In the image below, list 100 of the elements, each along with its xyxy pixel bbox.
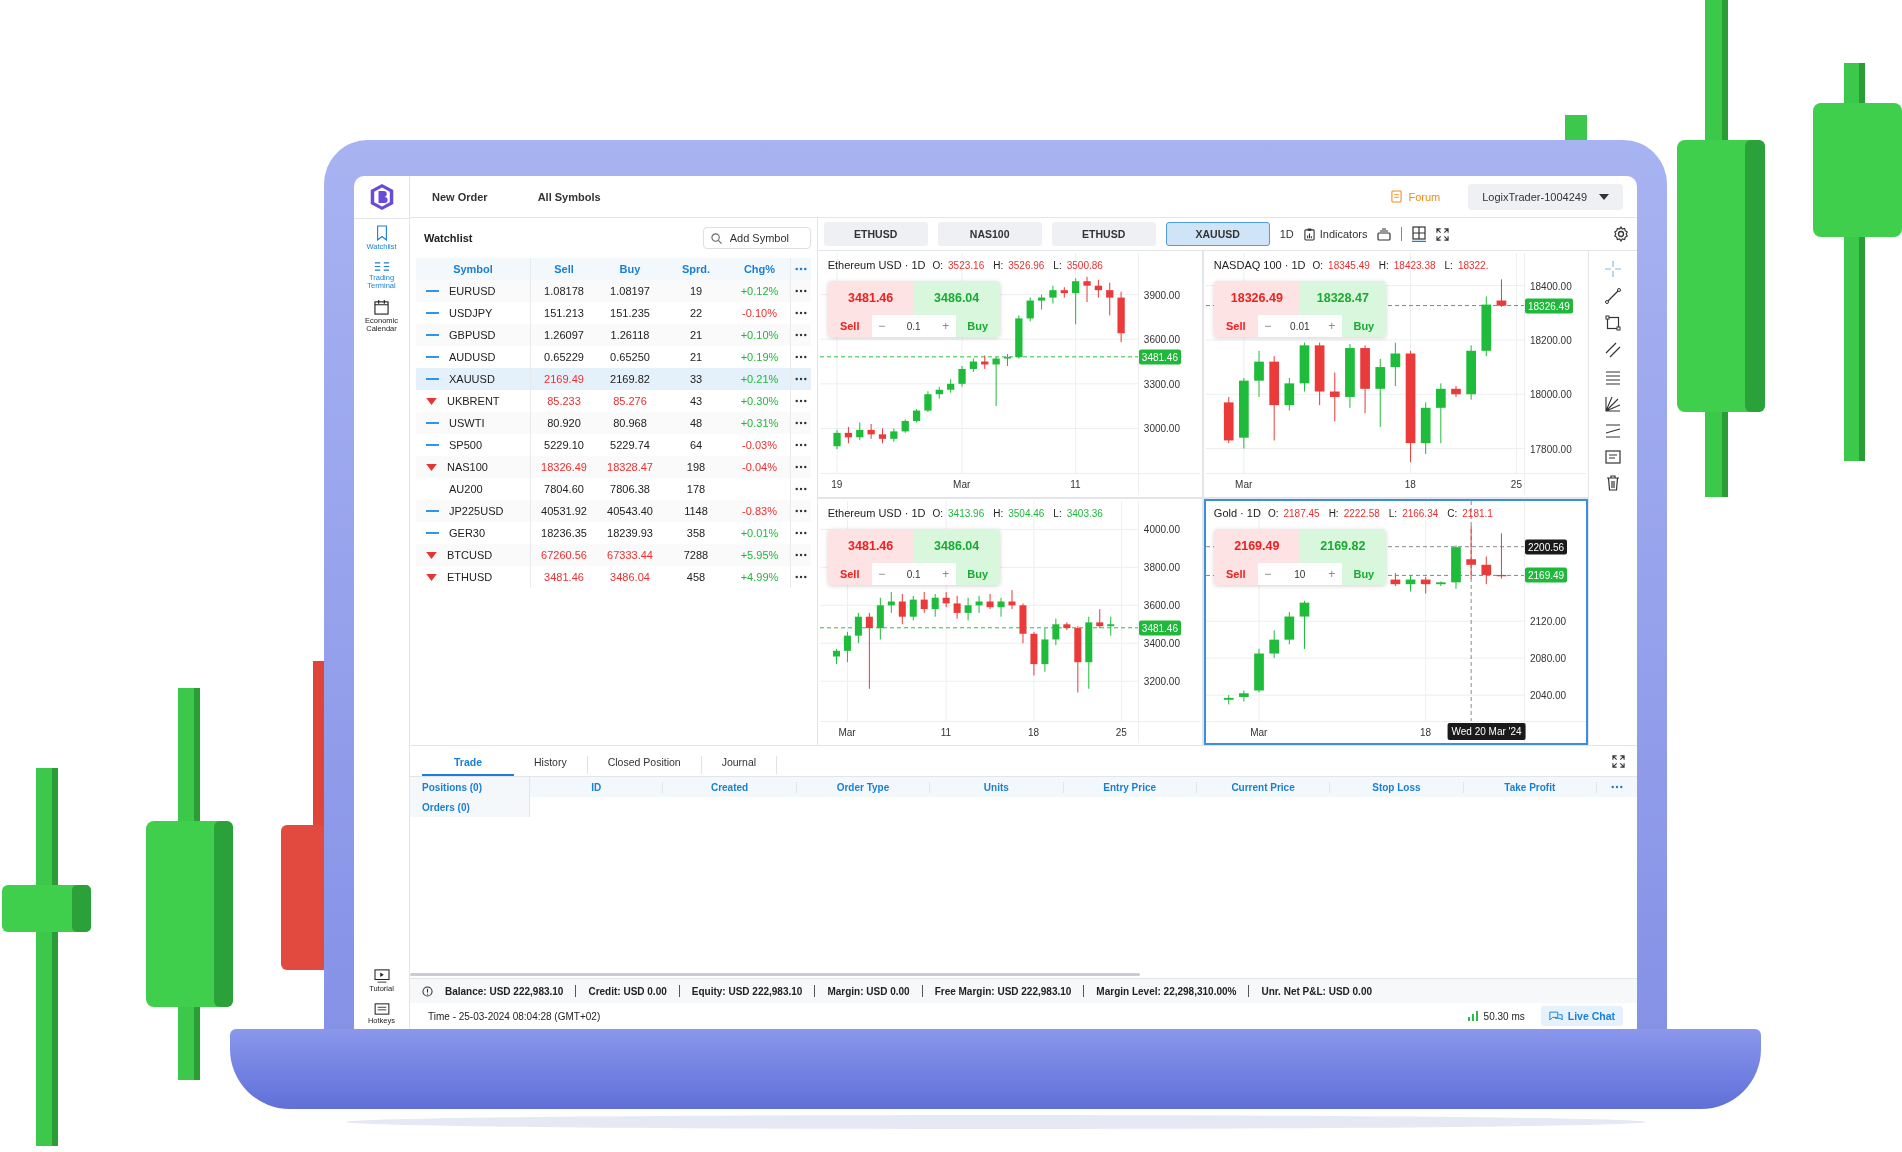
fullscreen-icon[interactable] [1436, 227, 1450, 241]
account-dropdown[interactable]: LogixTrader-1004249 [1468, 183, 1623, 210]
more-icon[interactable] [794, 289, 807, 293]
watchlist-row[interactable]: EURUSD 1.08178 1.08197 19 +0.12% [416, 280, 811, 302]
column-header[interactable]: Take Profit [1463, 781, 1597, 793]
fan-icon[interactable] [1605, 396, 1621, 412]
watchlist-row[interactable]: NAS100 18326.49 18328.47 198 -0.04% [416, 456, 811, 478]
scrollbar[interactable] [410, 973, 1140, 976]
buy-button[interactable]: Buy [1341, 315, 1386, 337]
more-icon[interactable] [794, 333, 807, 337]
column-header[interactable]: Sell [531, 263, 597, 275]
watchlist-row[interactable]: JP225USD 40531.92 40543.40 1148 -0.83% [416, 500, 811, 522]
column-header[interactable]: Entry Price [1063, 781, 1197, 793]
column-header[interactable]: Stop Loss [1330, 781, 1464, 793]
channel-icon[interactable] [1605, 423, 1621, 439]
watchlist-row[interactable]: GBPUSD 1.26097 1.26118 21 +0.10% [416, 324, 811, 346]
candle [1063, 621, 1071, 631]
column-header[interactable]: Created [663, 781, 797, 793]
chart-panel[interactable]: Gold · 1D O: 2187.45 H: 2222.58 L: 2166.34 C: 2181.1 2169.49 2169.82 Sell − 10 + Buy 2120.00 2080.00 2040.00 2200.56 2169.49 Mar 18 Wed 20 Mar '24 [1203, 499, 1588, 745]
buy-button[interactable]: Buy [955, 315, 1000, 337]
buy-price-button[interactable]: 3486.04 [913, 529, 1000, 563]
horizontal-lines-icon[interactable] [1605, 369, 1621, 385]
chart-tab[interactable]: ETHUSD [823, 222, 928, 246]
minus-button[interactable]: − [871, 567, 892, 581]
watchlist-row[interactable]: ETHUSD 3481.46 3486.04 458 +4.99% [416, 566, 811, 588]
panel-tab[interactable]: History [514, 756, 588, 774]
chart-tab[interactable]: XAUUSD [1165, 222, 1270, 246]
buy-button[interactable]: Buy [955, 563, 1000, 585]
minus-button[interactable]: − [1257, 319, 1278, 333]
chart-tab[interactable]: NAS100 [937, 222, 1042, 246]
sell-button[interactable]: Sell [827, 563, 872, 585]
parallel-lines-icon[interactable] [1605, 342, 1621, 358]
sell-button[interactable]: Sell [827, 315, 872, 337]
minus-button[interactable]: − [1257, 567, 1278, 581]
more-icon[interactable] [794, 355, 807, 359]
more-icon[interactable] [794, 311, 807, 315]
watchlist-row[interactable]: USWTI 80.920 80.968 48 +0.31% [416, 412, 811, 434]
more-icon[interactable] [794, 487, 807, 491]
layers-icon[interactable] [1377, 227, 1392, 241]
column-header[interactable]: ID [530, 781, 664, 793]
menu-item[interactable]: All Symbols [537, 190, 601, 203]
column-header[interactable]: Sprd. [663, 263, 729, 275]
interval-button[interactable]: 1D [1279, 228, 1294, 240]
watchlist-row[interactable]: BTCUSD 67260.56 67333.44 7288 +5.95% [416, 544, 811, 566]
panel-tab[interactable]: Closed Position [587, 756, 702, 774]
plus-button[interactable]: + [935, 567, 956, 581]
panel-tab[interactable]: Trade [422, 756, 514, 776]
live-chat-button[interactable]: Live Chat [1540, 1006, 1623, 1026]
buy-price-button[interactable]: 2169.82 [1299, 529, 1386, 563]
sell-price-button[interactable]: 3481.46 [827, 281, 914, 315]
quantity-field[interactable]: 0.1 [891, 568, 936, 580]
sell-price-button[interactable]: 18326.49 [1213, 281, 1300, 315]
buy-price-button[interactable]: 18328.47 [1299, 281, 1386, 315]
more-icon[interactable] [794, 465, 807, 469]
chart-panel[interactable]: Ethereum USD · 1D O: 3413.96 H: 3504.46 L: 3403.36 3481.46 3486.04 Sell − 0.1 + Buy 4000.00 3800.00 3600.00 3400.00 3200.00 3481.46 Mar 11 18 25 [817, 499, 1202, 745]
column-header[interactable]: Buy [597, 263, 663, 275]
column-header[interactable]: Order Type [796, 781, 931, 793]
sell-button[interactable]: Sell [1213, 315, 1258, 337]
plus-button[interactable]: + [1321, 319, 1342, 333]
more-icon[interactable] [794, 509, 807, 513]
quantity-field[interactable]: 0.01 [1277, 320, 1322, 332]
quantity-field[interactable]: 0.1 [891, 320, 936, 332]
more-icon[interactable] [794, 531, 807, 535]
chart-panel[interactable]: Ethereum USD · 1D O: 3523.16 H: 3526.96 L: 3500.86 3481.46 3486.04 Sell − 0.1 + Buy 3900.00 3600.00 3300.00 3000.00 3481.46 19 Mar 11 [817, 251, 1202, 497]
forum-link[interactable]: Forum [1391, 190, 1441, 203]
minus-button[interactable]: − [871, 319, 892, 333]
position-filter[interactable]: Orders (0) [410, 797, 530, 817]
indicators-button[interactable]: Indicators [1303, 227, 1368, 241]
plus-button[interactable]: + [1321, 567, 1342, 581]
sell-button[interactable]: Sell [1213, 563, 1258, 585]
logo-icon[interactable] [368, 183, 395, 211]
quantity-field[interactable]: 10 [1277, 568, 1322, 580]
menu-item[interactable]: New Order [432, 190, 488, 203]
sell-price-button[interactable]: 3481.46 [827, 529, 914, 563]
trend-line-icon[interactable] [1605, 288, 1621, 304]
buy-price-button[interactable]: 3486.04 [913, 281, 1000, 315]
notes-icon[interactable] [1605, 450, 1621, 464]
buy-button[interactable]: Buy [1341, 563, 1386, 585]
more-icon[interactable] [794, 443, 807, 447]
more-icon[interactable] [794, 575, 807, 579]
sell-price-button[interactable]: 2169.49 [1213, 529, 1300, 563]
watchlist-row[interactable]: XAUUSD 2169.49 2169.82 33 +0.21% [416, 368, 811, 390]
position-filter[interactable]: Positions (0) [410, 777, 530, 797]
more-icon[interactable] [794, 399, 807, 403]
chart-tab[interactable]: ETHUSD [1051, 222, 1156, 246]
fullscreen-icon[interactable] [1612, 754, 1625, 768]
column-header[interactable]: Current Price [1196, 781, 1331, 793]
settings-icon[interactable] [1613, 226, 1629, 242]
plus-button[interactable]: + [935, 319, 956, 333]
chart-panel[interactable]: NASDAQ 100 · 1D O: 18345.49 H: 18423.38 L: 18322. 18326.49 18328.47 Sell − 0.01 + Buy 18400.00 18200.00 18000.00 17800.00 18326.49 Mar 18 25 [1203, 251, 1588, 497]
info-icon[interactable] [422, 985, 433, 997]
more-icon[interactable] [794, 421, 807, 425]
trash-icon[interactable] [1606, 475, 1620, 491]
search-field[interactable]: Add Symbol [702, 227, 811, 249]
panel-tab[interactable]: Journal [701, 756, 778, 774]
layout-grid-icon[interactable] [1412, 226, 1427, 242]
column-header[interactable]: Units [930, 781, 1064, 793]
rectangle-icon[interactable] [1605, 315, 1621, 331]
more-icon[interactable] [794, 377, 807, 381]
more-icon[interactable] [794, 553, 807, 557]
